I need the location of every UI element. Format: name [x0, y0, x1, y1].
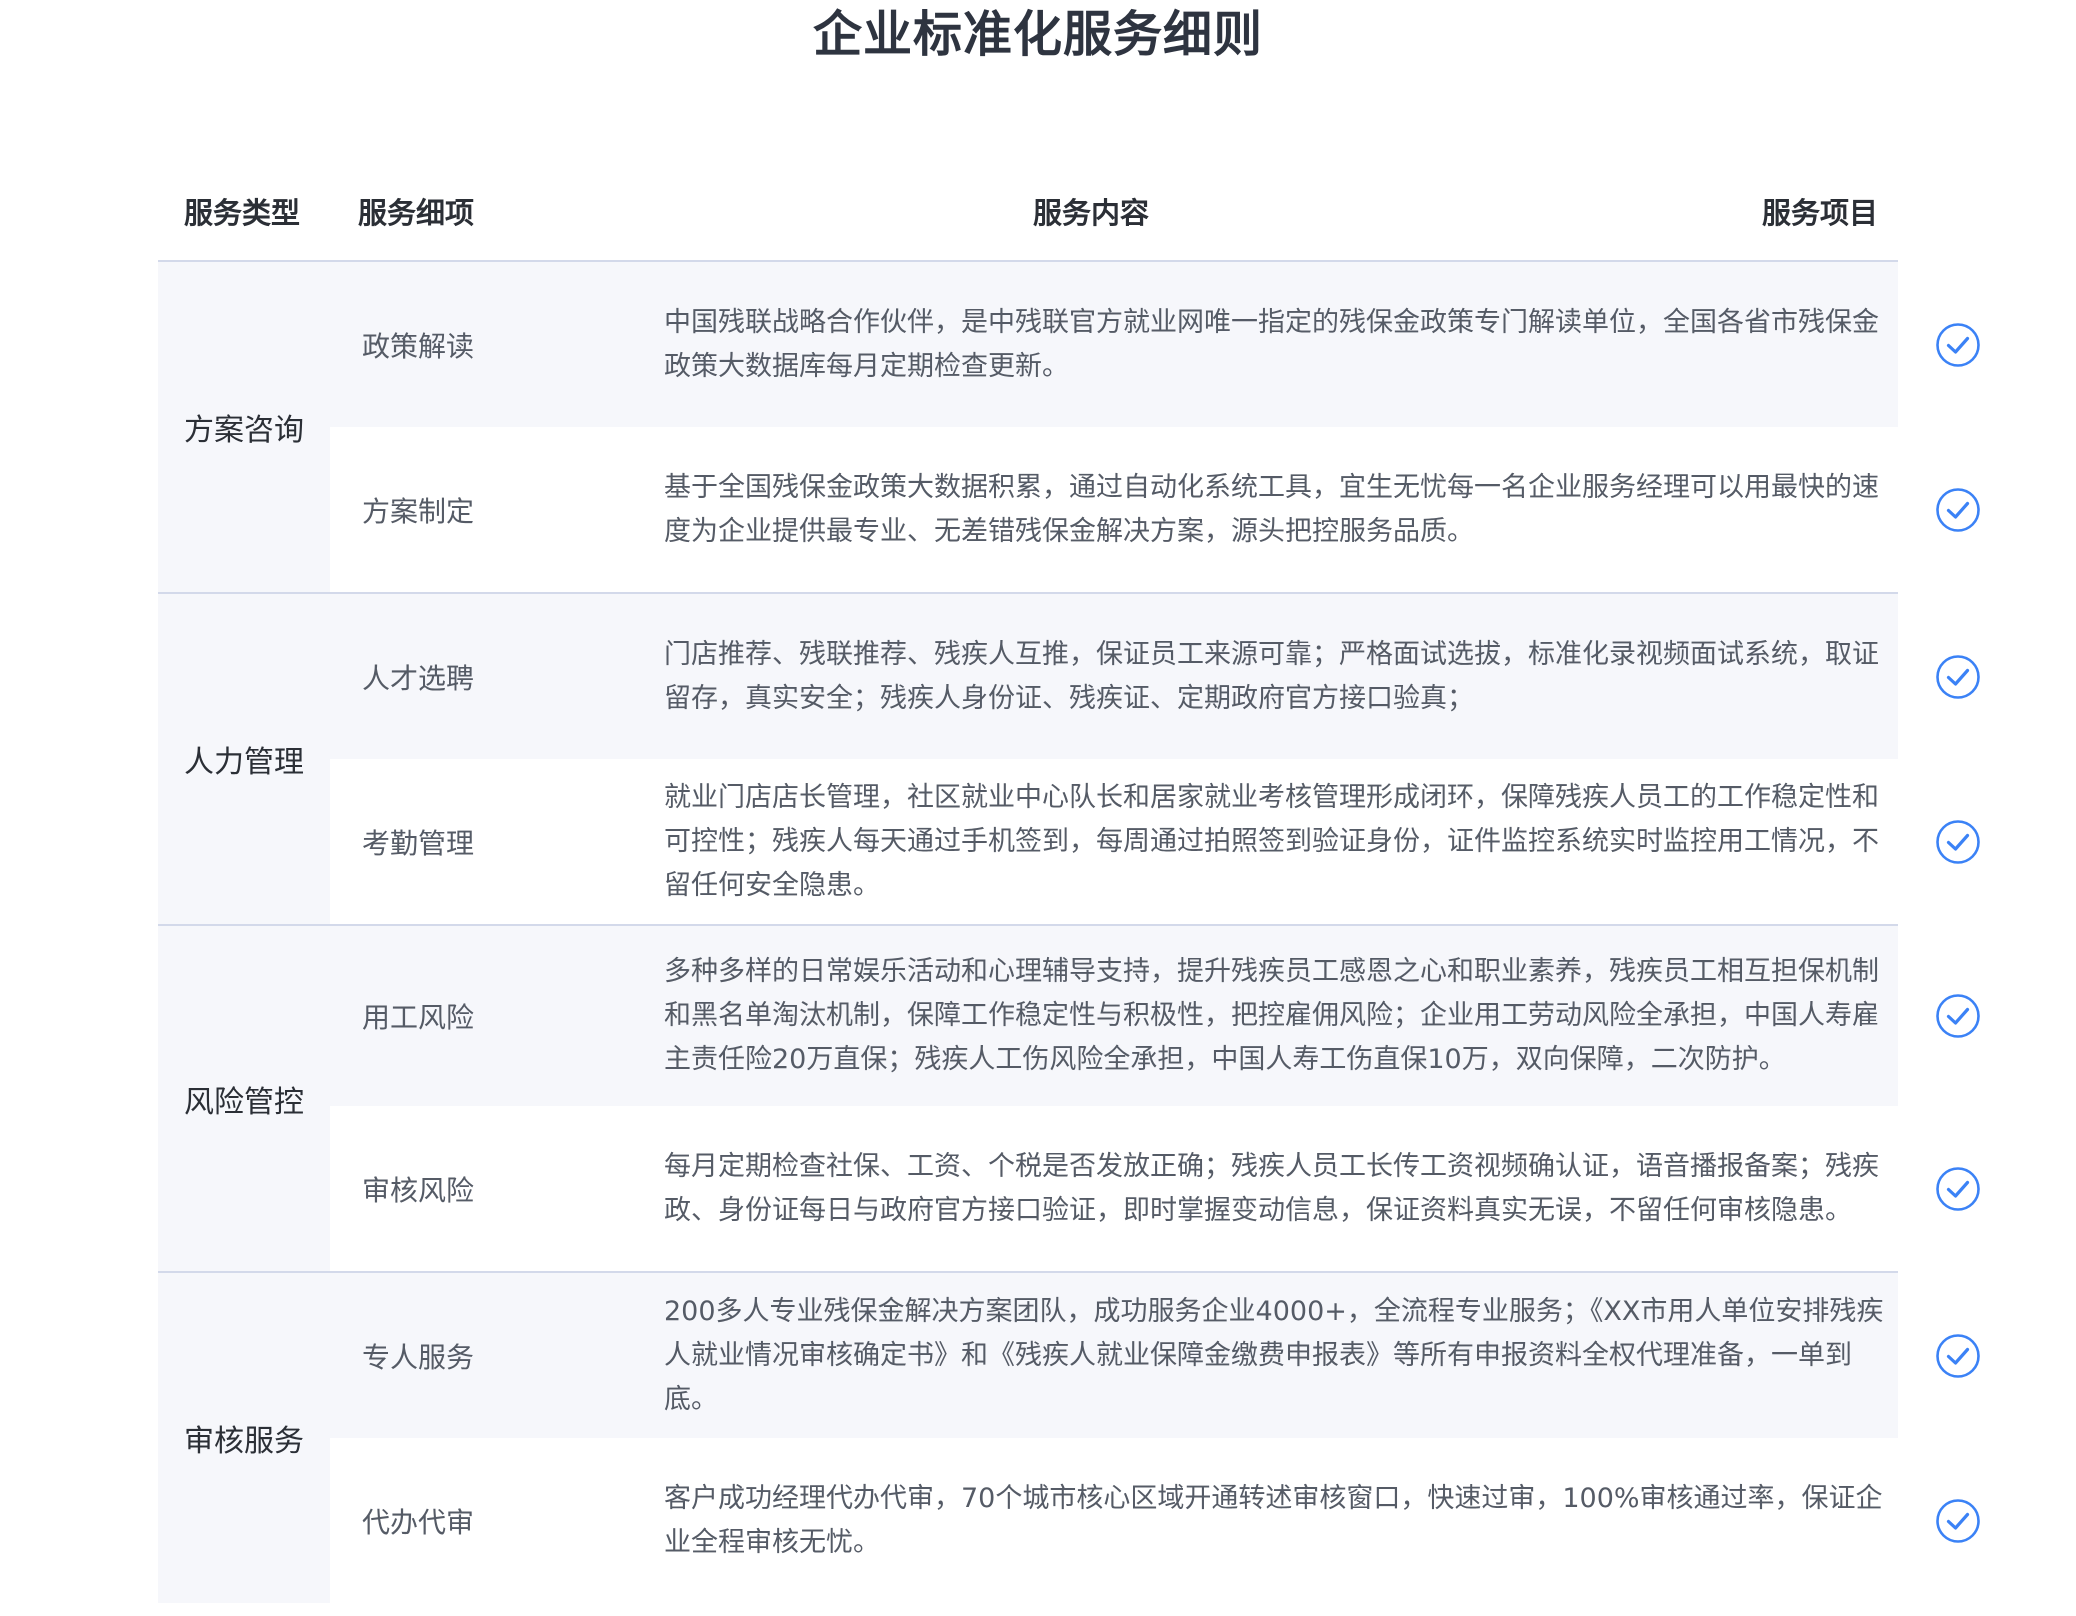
row-content: 每月定期检查社保、工资、个税是否发放正确；残疾人员工长传工资视频确认证，语音播报… [664, 1150, 1879, 1226]
page-title: 企业标准化服务细则 [812, 6, 1263, 63]
table-row: 人才选聘 门店推荐、残联推荐、残疾人互推，保证员工来源可靠；严格面试选拔，标准化… [330, 594, 1980, 759]
row-item-cell: 审核风险 [330, 1106, 510, 1271]
row-content: 基于全国残保金政策大数据积累，通过自动化系统工具，宜生无忧每一名企业服务经理可以… [664, 471, 1879, 547]
row-item-cell: 政策解读 [330, 262, 510, 427]
row-content: 客户成功经理代办代审，70个城市核心区域开通转述审核窗口，快速过审，100%审核… [664, 1482, 1883, 1558]
check-circle-icon [1935, 1333, 1981, 1379]
group-type-cell: 方案咨询 [158, 262, 330, 592]
check-circle-icon [1935, 487, 1981, 533]
row-item-label: 审核风险 [362, 1173, 475, 1207]
group-type-label: 人力管理 [184, 745, 304, 780]
row-content: 门店推荐、残联推荐、残疾人互推，保证员工来源可靠；严格面试选拔，标准化录视频面试… [664, 638, 1879, 714]
check-circle-icon [1935, 1498, 1981, 1544]
group-type-cell: 风险管控 [158, 926, 330, 1271]
group-type-cell: 人力管理 [158, 594, 330, 924]
row-item-label: 专人服务 [362, 1340, 475, 1374]
group-plan-consulting: 方案咨询 政策解读 中国残联战略合作伙伴，是中残联官方就业网唯一指定的残保金政策… [158, 262, 1980, 594]
row-content: 就业门店店长管理，社区就业中心队长和居家就业考核管理形成闭环，保障残疾人员工的工… [664, 781, 1879, 901]
service-table: 服务类型 服务细项 服务内容 服务项目 方案咨询 政策解读 中国残联战略合作伙伴… [158, 180, 1980, 1603]
table-row: 考勤管理 就业门店店长管理，社区就业中心队长和居家就业考核管理形成闭环，保障残疾… [330, 759, 1980, 924]
row-item-cell: 用工风险 [330, 926, 510, 1106]
header-service-content: 服务内容 [1032, 196, 1149, 230]
table-row: 用工风险 多种多样的日常娱乐活动和心理辅导支持，提升残疾员工感恩之心和职业素养，… [330, 926, 1980, 1106]
check-circle-icon [1935, 654, 1981, 700]
group-hr-management: 人力管理 人才选聘 门店推荐、残联推荐、残疾人互推，保证员工来源可靠；严格面试选… [158, 594, 1980, 926]
row-item-cell: 人才选聘 [330, 594, 510, 759]
group-type-label: 风险管控 [184, 1084, 304, 1120]
header-service-item: 服务细项 [358, 196, 475, 230]
row-content: 多种多样的日常娱乐活动和心理辅导支持，提升残疾员工感恩之心和职业素养，残疾员工相… [664, 956, 1879, 1075]
table-row: 方案制定 基于全国残保金政策大数据积累，通过自动化系统工具，宜生无忧每一名企业服… [330, 427, 1980, 592]
row-item-cell: 代办代审 [330, 1438, 510, 1603]
check-circle-icon [1935, 819, 1981, 865]
header-service-project: 服务项目 [1761, 196, 1878, 230]
row-item-label: 代办代审 [362, 1505, 475, 1539]
row-item-label: 方案制定 [362, 494, 475, 528]
check-circle-icon [1935, 322, 1981, 368]
group-audit-service: 审核服务 专人服务 200多人专业残保金解决方案团队，成功服务企业4000+，全… [158, 1273, 1980, 1603]
row-content: 中国残联战略合作伙伴，是中残联官方就业网唯一指定的残保金政策专门解读单位，全国各… [664, 306, 1879, 382]
row-item-cell: 方案制定 [330, 427, 510, 592]
row-item-label: 政策解读 [362, 329, 475, 363]
check-circle-icon [1935, 1166, 1981, 1212]
table-header: 服务类型 服务细项 服务内容 服务项目 [158, 180, 1898, 262]
row-item-label: 用工风险 [362, 1001, 475, 1034]
group-risk-control: 风险管控 用工风险 多种多样的日常娱乐活动和心理辅导支持，提升残疾员工感恩之心和… [158, 926, 1980, 1273]
group-type-label: 方案咨询 [184, 413, 304, 448]
table-row: 代办代审 客户成功经理代办代审，70个城市核心区域开通转述审核窗口，快速过审，1… [330, 1438, 1980, 1603]
table-row: 审核风险 每月定期检查社保、工资、个税是否发放正确；残疾人员工长传工资视频确认证… [330, 1106, 1980, 1271]
table-row: 专人服务 200多人专业残保金解决方案团队，成功服务企业4000+，全流程专业服… [330, 1273, 1980, 1438]
row-item-label: 考勤管理 [362, 826, 475, 860]
check-circle-icon [1935, 993, 1981, 1039]
row-content: 200多人专业残保金解决方案团队，成功服务企业4000+，全流程专业服务；《XX… [664, 1295, 1884, 1415]
row-item-cell: 考勤管理 [330, 759, 510, 924]
row-item-label: 人才选聘 [362, 661, 475, 695]
group-type-cell: 审核服务 [158, 1273, 330, 1603]
table-row: 政策解读 中国残联战略合作伙伴，是中残联官方就业网唯一指定的残保金政策专门解读单… [330, 262, 1980, 427]
row-item-cell: 专人服务 [330, 1273, 510, 1438]
header-service-type: 服务类型 [184, 196, 301, 230]
group-type-label: 审核服务 [184, 1424, 304, 1459]
